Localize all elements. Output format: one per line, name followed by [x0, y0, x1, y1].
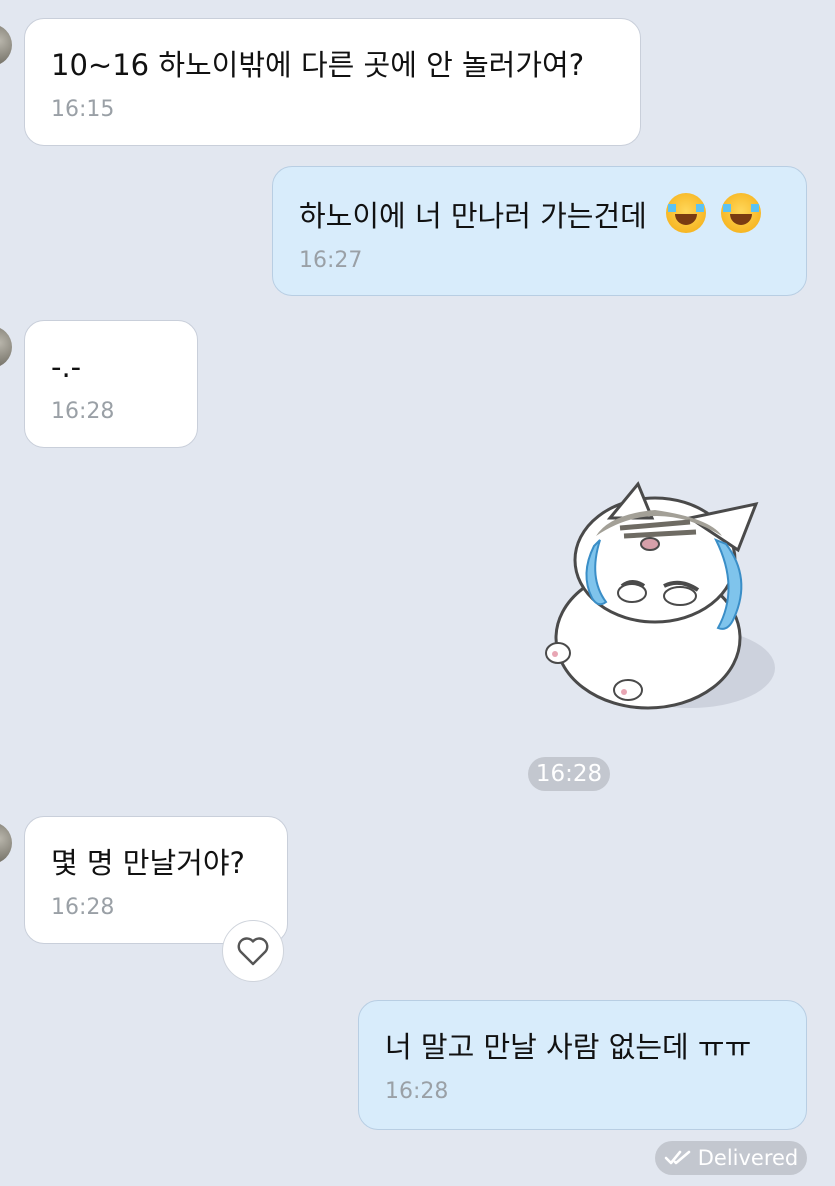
like-reaction-button[interactable]	[222, 920, 284, 982]
message-text: 하노이에 너 만나러 가는건데	[299, 199, 647, 233]
message-bubble-incoming[interactable]: 10~16 하노이밖에 다른 곳에 안 놀러가여? 16:15	[24, 18, 641, 146]
message-timestamp: 16:15	[51, 97, 115, 122]
message-text: 10~16 하노이밖에 다른 곳에 안 놀러가여?	[51, 48, 585, 82]
message-text: 몇 명 만날거야?	[51, 846, 245, 880]
message-timestamp: 16:27	[299, 248, 363, 273]
message-bubble-outgoing[interactable]: 너 말고 만날 사람 없는데 ㅠㅠ 16:28	[358, 1000, 807, 1130]
message-timestamp: 16:28	[51, 399, 115, 424]
face-with-tears-of-joy-icon	[721, 193, 762, 233]
contact-avatar[interactable]	[0, 326, 12, 368]
face-with-tears-of-joy-icon	[666, 193, 707, 233]
message-timestamp: 16:28	[51, 895, 115, 920]
heart-outline-icon	[237, 937, 269, 966]
message-timestamp: 16:28	[385, 1079, 449, 1104]
contact-avatar[interactable]	[0, 24, 12, 66]
crying-cat-sticker[interactable]	[540, 478, 780, 727]
double-check-icon	[664, 1150, 691, 1165]
message-text: -.-	[51, 350, 82, 384]
contact-avatar[interactable]	[0, 822, 12, 864]
message-bubble-incoming[interactable]: -.- 16:28	[24, 320, 198, 448]
delivered-label: Delivered	[697, 1146, 799, 1170]
message-bubble-outgoing[interactable]: 하노이에 너 만나러 가는건데 16:27	[272, 166, 807, 296]
sticker-timestamp: 16:28	[528, 757, 610, 791]
delivered-status-badge: Delivered	[655, 1141, 807, 1175]
crying-cat-sticker-icon	[545, 481, 775, 710]
message-text: 너 말고 만날 사람 없는데 ㅠㅠ	[385, 1030, 752, 1064]
